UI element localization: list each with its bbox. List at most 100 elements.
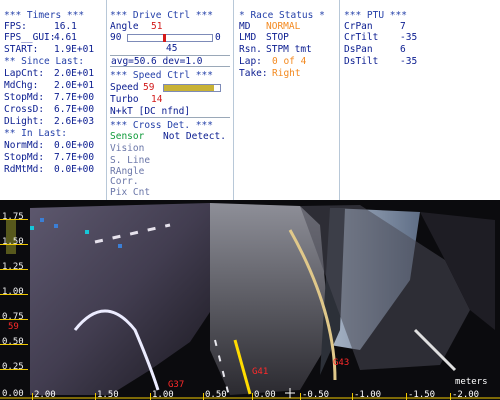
x-axis-tick: [352, 393, 353, 400]
y-axis-label: 0.50: [2, 337, 24, 347]
y-axis-label: 1.50: [2, 237, 24, 247]
race-status-header: * Race Status *: [239, 10, 325, 21]
take-label: Take:: [239, 68, 268, 79]
marker-label: 59: [8, 322, 19, 332]
start-value: 1.9E+01: [54, 44, 95, 55]
y-axis-label: 1.75: [2, 212, 24, 222]
since-mdchg-value: 2.0E+01: [54, 80, 95, 91]
detection-dot: [40, 218, 44, 222]
x-axis-label: 1.50: [97, 390, 119, 400]
since-dlight-label: DLight:: [4, 116, 45, 127]
y-axis-label: 0.75: [2, 312, 24, 322]
ptu-header: *** PTU ***: [344, 10, 407, 21]
cross-option-corr[interactable]: Corr.: [110, 176, 139, 187]
in-rdmtmd-label: RdMtMd:: [4, 164, 45, 175]
cross-option-sline[interactable]: S. Line: [110, 155, 150, 166]
since-mdchg-label: MdChg:: [4, 80, 39, 91]
ptu-panel: *** PTU *** CrPan 7 CrTilt -35 DsPan 6 D…: [340, 0, 500, 200]
crpan-label: CrPan: [344, 21, 373, 32]
marker-label: G37: [168, 380, 185, 390]
x-axis-tick: [450, 393, 451, 400]
dstilt-value: -35: [400, 56, 418, 67]
drive-ctrl-header: *** Drive Ctrl ***: [110, 10, 213, 21]
start-label: START:: [4, 44, 39, 55]
x-axis-label: 1.00: [152, 390, 174, 400]
x-axis-tick: [300, 393, 301, 400]
angle-label: Angle: [110, 21, 139, 32]
dspan-value: 6: [400, 44, 406, 55]
marker-label: G41: [252, 367, 269, 377]
camera-view: 1.75 1.50 1.25 1.00 0.75 0.50 0.25 0.00 …: [0, 200, 500, 400]
lap-label: Lap:: [239, 56, 262, 67]
x-axis-label: -1.50: [408, 390, 436, 400]
angle-value: 51: [151, 21, 163, 32]
in-stopmd-value: 7.7E+00: [54, 152, 95, 163]
x-axis-tick: [150, 393, 151, 400]
detection-dot: [118, 244, 122, 248]
y-axis-label: 0.25: [2, 362, 24, 372]
dstilt-label: DsTilt: [344, 56, 379, 67]
cross-option-pixcnt[interactable]: Pix Cnt: [110, 187, 150, 198]
x-axis-tick: [252, 393, 253, 400]
lap-value: 0 of 4: [272, 56, 307, 67]
y-axis-label: 0.00: [2, 389, 24, 399]
reason-label: Rsn.: [239, 44, 262, 55]
crtilt-value: -35: [400, 32, 418, 43]
steering-angle-marker: [163, 34, 166, 42]
x-axis-label: -0.50: [302, 390, 330, 400]
since-crossd-label: CrossD:: [4, 104, 45, 115]
fps-gui-label: FPS__GUI:: [4, 32, 56, 43]
crtilt-label: CrTilt: [344, 32, 379, 43]
sensor-value: Not Detect.: [163, 131, 226, 142]
steering-angle-gauge: [127, 34, 213, 42]
detection-dot: [30, 226, 34, 230]
drive-panel: *** Drive Ctrl *** Angle 51 90 0 45 avg=…: [107, 0, 233, 200]
x-axis-label: -1.00: [354, 390, 382, 400]
since-crossd-value: 6.7E+00: [54, 104, 95, 115]
reason-value: STPM tmt: [266, 44, 312, 55]
y-axis-label: 1.00: [2, 287, 24, 297]
x-axis-tick: [406, 393, 407, 400]
cross-det-header: *** Cross Det. ***: [110, 120, 213, 131]
since-lapcnt-label: LapCnt:: [4, 68, 45, 79]
timers-header: *** Timers ***: [4, 10, 85, 21]
speed-bar: [163, 84, 221, 92]
in-stopmd-label: StopMd:: [4, 152, 45, 163]
since-stopmd-label: StopMd:: [4, 92, 45, 103]
since-lapcnt-value: 2.0E+01: [54, 68, 95, 79]
x-axis-tick: [203, 393, 204, 400]
since-stopmd-value: 7.7E+00: [54, 92, 95, 103]
dspan-label: DsPan: [344, 44, 373, 55]
timers-panel: *** Timers *** FPS: 16.1 FPS__GUI: 4.61 …: [0, 0, 106, 200]
md-value: NORMAL: [266, 21, 301, 32]
in-rdmtmd-value: 0.0E+00: [54, 164, 95, 175]
speed-label: Speed: [110, 82, 139, 93]
lmd-value: STOP: [266, 32, 289, 43]
fps-value: 16.1: [54, 21, 77, 32]
detection-dot: [54, 224, 58, 228]
x-axis-label: 0.50: [205, 390, 227, 400]
turbo-label: Turbo: [110, 94, 139, 105]
detection-dot: [85, 230, 89, 234]
angle-range-left: 90: [110, 32, 122, 43]
x-axis-tick: [32, 393, 33, 400]
speed-value: 59: [143, 82, 155, 93]
nkt-status: N+kT [DC nfnd]: [110, 106, 191, 117]
x-axis-label: 2.00: [34, 390, 56, 400]
angle-center-value: 45: [166, 43, 178, 54]
telemetry-window: *** Timers *** FPS: 16.1 FPS__GUI: 4.61 …: [0, 0, 500, 400]
fps-label: FPS:: [4, 21, 27, 32]
in-normmd-value: 0.0E+00: [54, 140, 95, 151]
sensor-label: Sensor: [110, 131, 145, 142]
cross-option-vision[interactable]: Vision: [110, 143, 144, 154]
md-label: MD: [239, 21, 251, 32]
speed-ctrl-header: *** Speed Ctrl ***: [110, 70, 213, 81]
x-axis-label: -2.00: [452, 390, 480, 400]
x-axis-tick: [95, 393, 96, 400]
y-axis-label: 1.25: [2, 262, 24, 272]
speed-bar-fill: [164, 85, 214, 91]
separator: [110, 117, 230, 118]
camera-image: [0, 200, 500, 400]
crpan-value: 7: [400, 21, 406, 32]
lmd-label: LMD: [239, 32, 257, 43]
